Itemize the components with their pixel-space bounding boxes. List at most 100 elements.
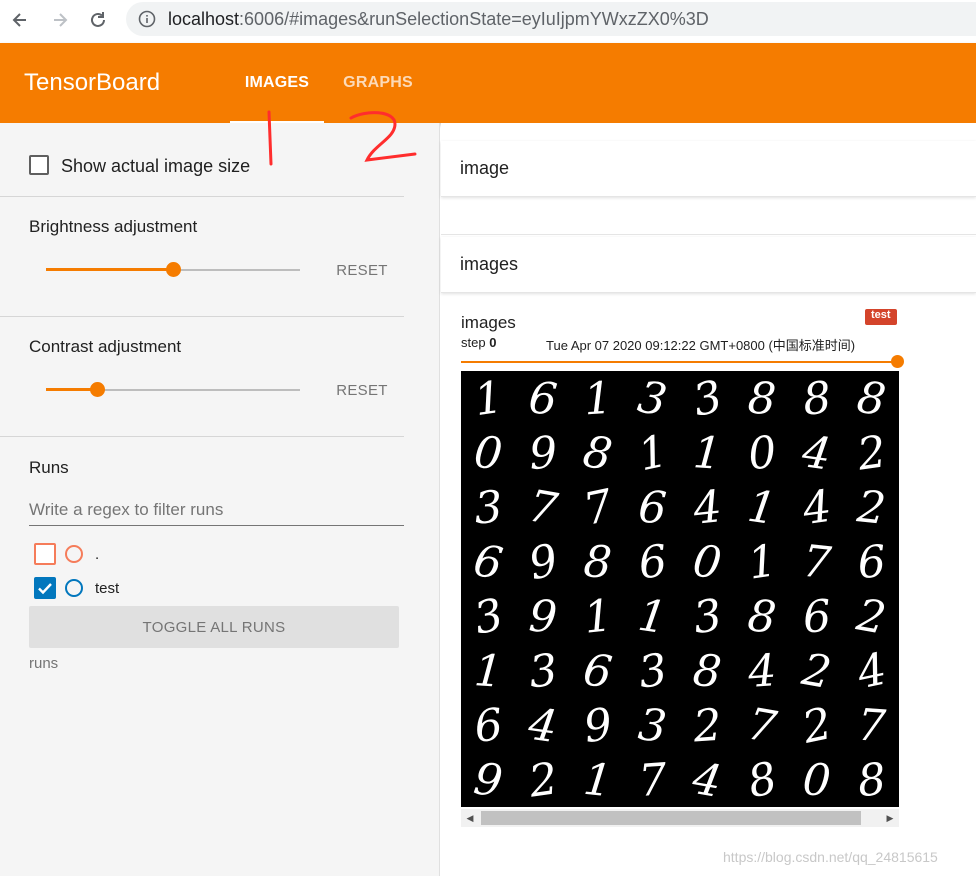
tensorboard-window: localhost:6006/#images&runSelectionState… [0, 0, 976, 876]
mnist-digit: 2 [797, 644, 834, 699]
address-bar[interactable]: localhost:6006/#images&runSelectionState… [126, 2, 976, 36]
toggle-all-runs-button[interactable]: TOGGLE ALL RUNS [29, 606, 399, 648]
group-header-image[interactable]: image [441, 141, 976, 197]
mnist-digit: 9 [471, 753, 506, 807]
brightness-reset-button[interactable]: RESET [322, 262, 402, 279]
mnist-digit: 8 [800, 372, 833, 426]
section-divider [0, 436, 404, 437]
run-color-icon[interactable] [65, 579, 83, 597]
mnist-digit: 6 [580, 644, 615, 698]
mnist-digit: 1 [471, 372, 506, 426]
brightness-slider[interactable] [46, 259, 300, 281]
mnist-digit: 8 [855, 754, 888, 807]
mnist-digit: 4 [799, 481, 835, 536]
mnist-digit: 6 [801, 591, 832, 644]
url-path: :6006/#images&runSelectionState=eyIuIjpm… [239, 8, 709, 29]
mnist-digit: 1 [581, 590, 614, 644]
mnist-digit: 1 [635, 590, 670, 644]
slider-fill [46, 268, 174, 271]
mnist-digit: 4 [745, 645, 777, 698]
mnist-digit: 4 [690, 481, 724, 535]
url-host: localhost [168, 8, 240, 29]
mnist-digit: 2 [797, 698, 836, 754]
info-icon[interactable] [138, 10, 156, 28]
watermark-text: https://blog.csdn.net/qq_24815615 [723, 849, 938, 865]
forward-button[interactable] [46, 6, 74, 34]
mnist-digit: 7 [579, 480, 617, 536]
mnist-digit: 8 [691, 645, 724, 699]
mnist-digit: 0 [746, 427, 779, 481]
run-checkbox[interactable] [34, 543, 56, 565]
mnist-digit: 1 [581, 754, 614, 807]
step-label: step [461, 335, 486, 350]
brightness-label: Brightness adjustment [29, 217, 198, 236]
mnist-digit: 0 [801, 754, 832, 807]
mnist-digit: 0 [690, 535, 725, 589]
run-item-test[interactable]: test [34, 576, 119, 600]
mnist-digit: 7 [637, 754, 668, 807]
group-header-images[interactable]: images [441, 237, 976, 293]
horizontal-scrollbar[interactable]: ◀ ▶ [461, 809, 899, 827]
show-actual-size-checkbox[interactable] [29, 155, 49, 175]
mnist-digit: 9 [527, 427, 558, 480]
mnist-digit: 3 [689, 371, 727, 427]
mnist-digit: 8 [745, 590, 778, 644]
run-item-dot[interactable]: . [34, 542, 99, 566]
mnist-digit: 3 [473, 482, 504, 535]
mnist-digit: 6 [636, 536, 669, 590]
back-button[interactable] [6, 6, 34, 34]
step-slider[interactable] [461, 355, 904, 368]
browser-toolbar: localhost:6006/#images&runSelectionState… [0, 0, 976, 40]
run-color-icon[interactable] [65, 545, 83, 563]
step-slider-track [461, 361, 895, 363]
image-timestamp: Tue Apr 07 2020 09:12:22 GMT+0800 (中国标准时… [546, 338, 856, 353]
main-panel: image images images test step 0 Tue Apr … [441, 123, 976, 876]
mnist-digit: 4 [798, 426, 834, 481]
step-indicator: step 0 [461, 335, 496, 350]
mnist-digit: 1 [473, 645, 504, 698]
mnist-digit: 2 [854, 481, 888, 535]
scroll-right-icon[interactable]: ▶ [881, 809, 899, 827]
contrast-label: Contrast adjustment [29, 337, 182, 356]
run-tag-badge: test [865, 309, 897, 325]
mnist-digit: 8 [854, 372, 889, 426]
url-text[interactable]: localhost:6006/#images&runSelectionState… [168, 9, 709, 30]
scrollbar-thumb[interactable] [481, 811, 861, 825]
scroll-left-icon[interactable]: ◀ [461, 809, 479, 827]
mnist-digit: 1 [582, 373, 613, 426]
check-icon [38, 583, 52, 595]
mnist-digit: 4 [525, 699, 561, 754]
section-divider [0, 316, 404, 317]
reload-button[interactable] [84, 6, 112, 34]
mnist-digit: 3 [527, 645, 560, 699]
contrast-slider-knob[interactable] [90, 382, 105, 397]
sidebar: Show actual image size Brightness adjust… [0, 123, 440, 876]
group-body-image [441, 197, 976, 235]
mnist-digit: 1 [745, 481, 780, 535]
mnist-digit: 1 [745, 535, 780, 589]
mnist-digit: 2 [852, 589, 889, 644]
mnist-digit: 0 [472, 427, 505, 481]
image-card: images test step 0 Tue Apr 07 2020 09:12… [461, 309, 904, 834]
run-checkbox[interactable] [34, 577, 56, 599]
mnist-digit: 3 [636, 699, 669, 753]
reload-icon [91, 12, 105, 27]
mnist-digit: 3 [470, 589, 508, 645]
contrast-reset-button[interactable]: RESET [322, 382, 402, 399]
mnist-digit: 9 [527, 591, 558, 644]
mnist-digit: 6 [470, 535, 506, 590]
run-filter-input[interactable]: Write a regex to filter runs [29, 496, 404, 526]
mnist-digit: 2 [853, 426, 889, 481]
contrast-slider[interactable] [46, 379, 300, 401]
brightness-slider-knob[interactable] [166, 262, 181, 277]
image-card-title: images [461, 313, 516, 332]
run-name: . [95, 545, 100, 563]
mnist-digit: 7 [744, 698, 780, 753]
show-actual-size-label[interactable]: Show actual image size [61, 156, 250, 177]
runs-title: Runs [29, 458, 69, 477]
mnist-digit: 1 [692, 427, 723, 480]
mnist-digit: 2 [525, 753, 561, 807]
hand-annotation-marks [267, 110, 417, 166]
back-arrow-icon [12, 13, 26, 27]
step-slider-knob[interactable] [891, 355, 904, 368]
